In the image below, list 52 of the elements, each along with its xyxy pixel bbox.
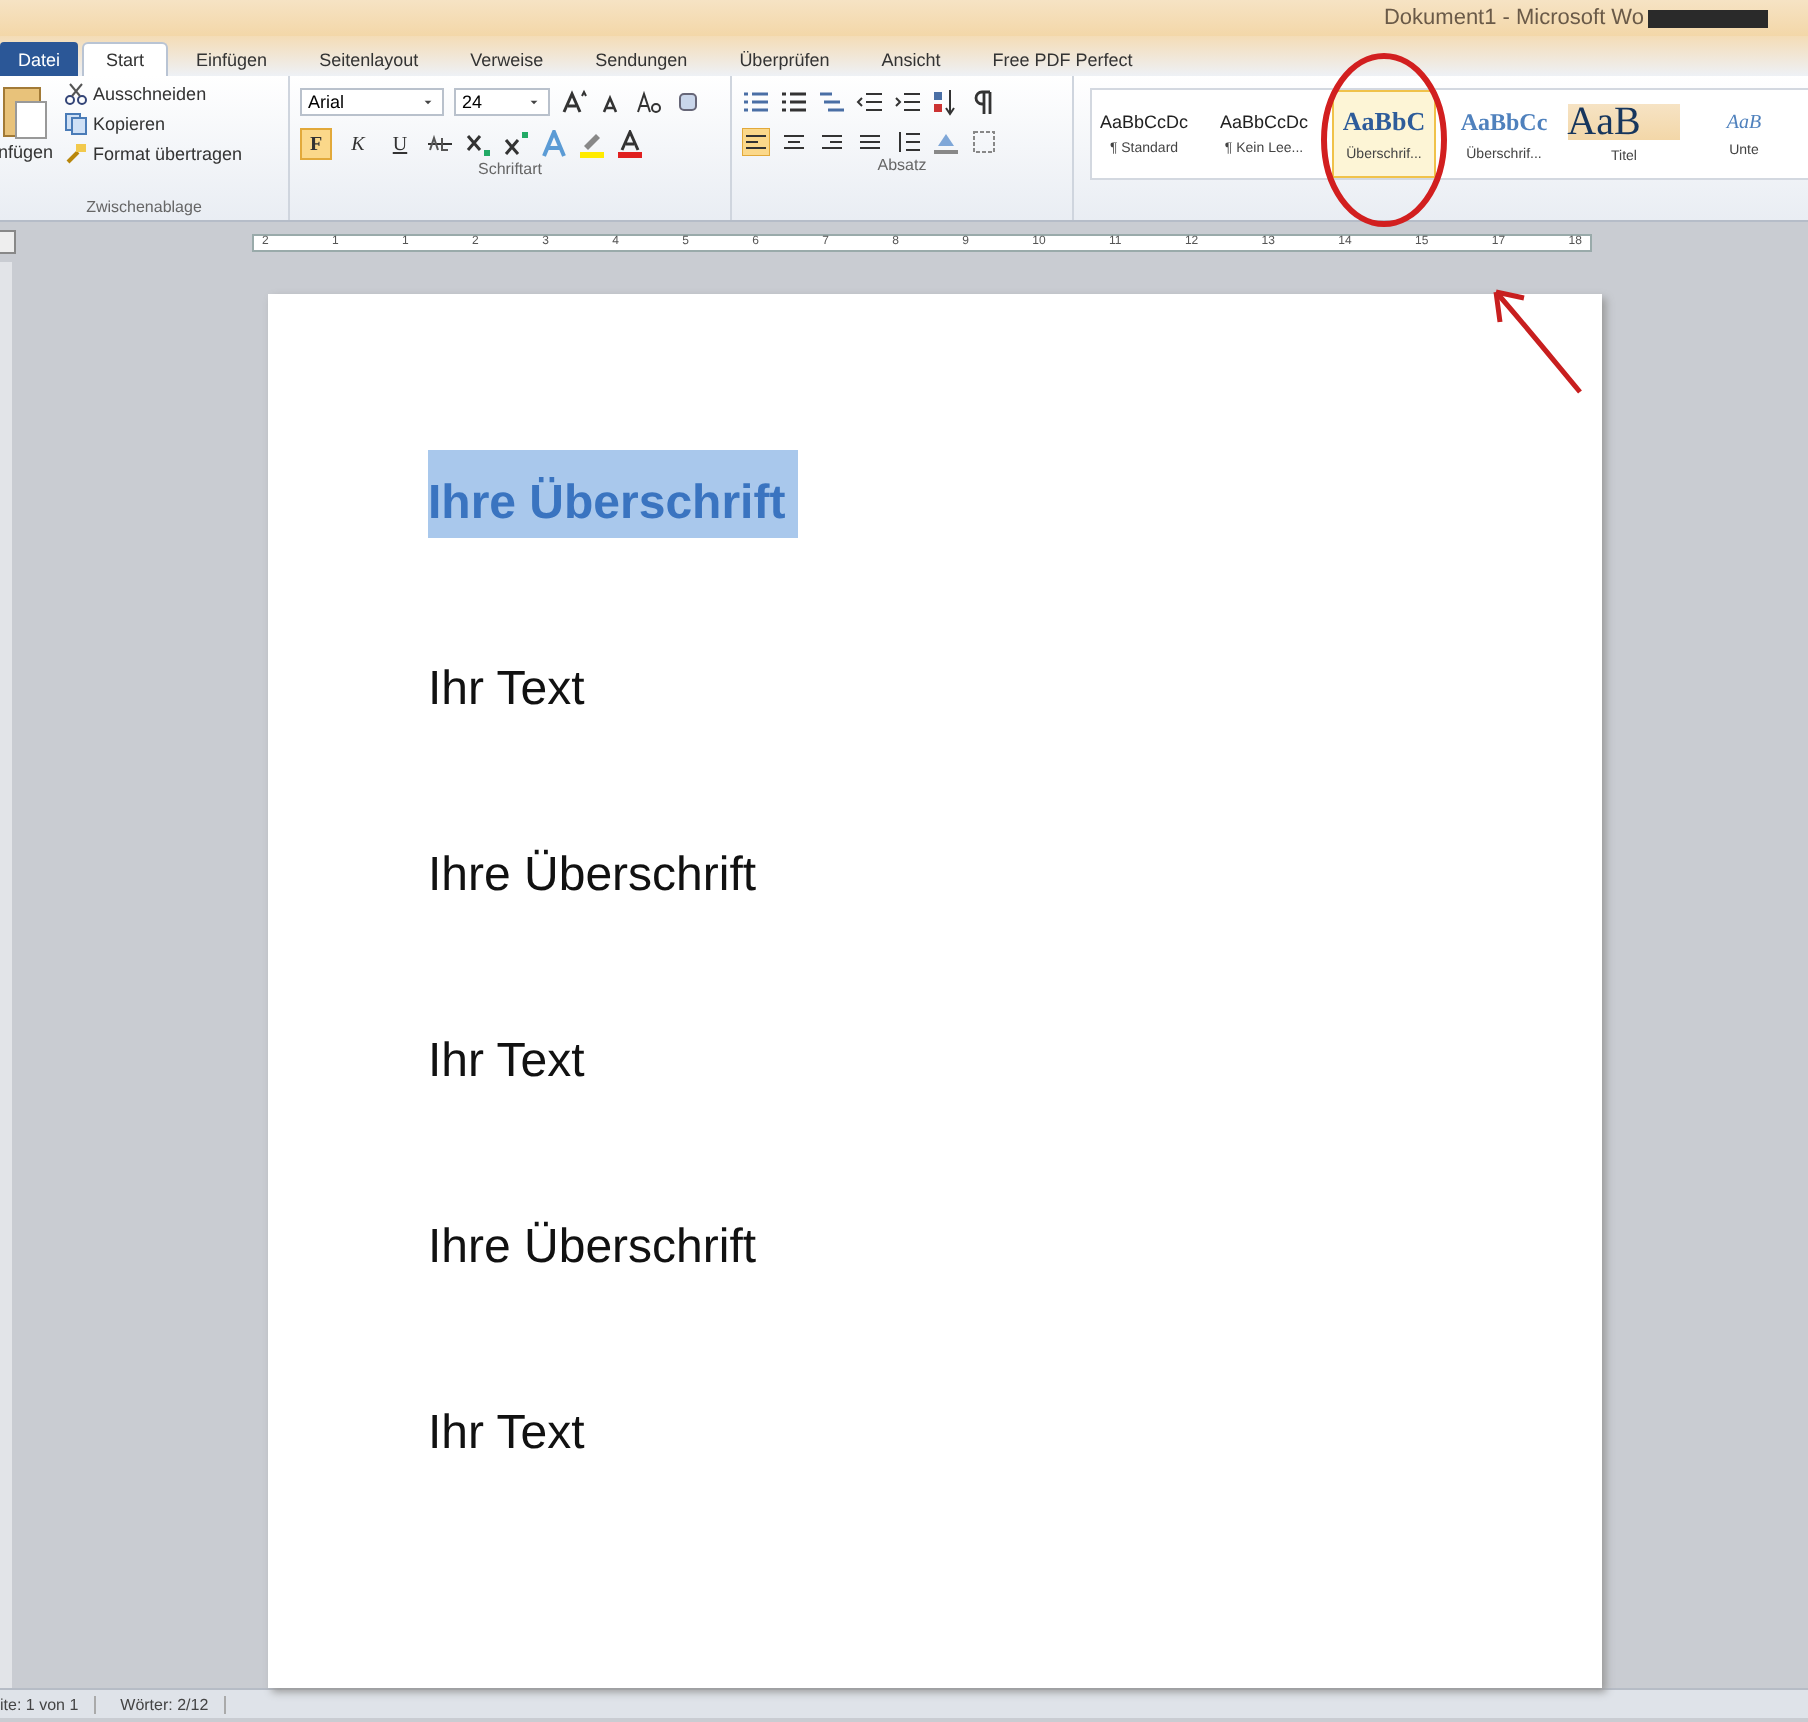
text-effect-icon[interactable]: [540, 130, 568, 158]
clipboard-icon[interactable]: [0, 82, 52, 142]
paintbrush-icon[interactable]: [63, 142, 88, 166]
window-title: Dokument1 - Microsoft Wo: [1383, 6, 1644, 30]
ribbon-tab[interactable]: Überprüfen: [715, 42, 854, 76]
ribbon-tab[interactable]: Ansicht: [857, 42, 965, 76]
format-button[interactable]: F: [300, 128, 332, 160]
align-left-icon[interactable]: [742, 128, 770, 156]
ribbon-tab[interactable]: Start: [82, 42, 169, 76]
ribbon-tab[interactable]: Seitenlayout: [295, 42, 443, 76]
ribbon-tab[interactable]: Einfügen: [172, 42, 292, 76]
change-case-icon[interactable]: [636, 88, 664, 116]
ribbon-tab[interactable]: Datei: [0, 42, 79, 76]
body-text: Ihre Überschrift: [428, 1218, 757, 1278]
font-color-icon[interactable]: [616, 130, 644, 158]
grow-font-icon[interactable]: [560, 88, 588, 116]
numbered-list-icon[interactable]: [780, 88, 808, 116]
font-name-field[interactable]: Arial: [300, 88, 444, 116]
line-spacing-icon[interactable]: [894, 128, 922, 156]
copy-icon[interactable]: [63, 112, 88, 136]
superscript-icon[interactable]: [502, 130, 530, 158]
scissors-icon[interactable]: [63, 82, 88, 106]
format-button[interactable]: U: [384, 128, 416, 160]
borders-icon[interactable]: [970, 128, 998, 156]
highlighter-icon[interactable]: [578, 130, 606, 158]
decrease-indent-icon[interactable]: [856, 88, 884, 116]
ribbon-tab[interactable]: Free PDF Perfect: [968, 42, 1157, 76]
body-text: Ihre Überschrift: [428, 846, 757, 906]
group-label: Schriftart: [475, 160, 544, 182]
increase-indent-icon[interactable]: [894, 88, 922, 116]
arrow-annotation: [1493, 289, 1582, 394]
ribbon-tab[interactable]: Sendungen: [571, 42, 712, 76]
body-text: Ihr Text: [428, 1032, 585, 1092]
font-size-field[interactable]: 24: [454, 88, 550, 116]
heading-text: Ihre Überschrift: [428, 450, 798, 538]
redacted-bar: [1648, 9, 1768, 27]
group-label: Absatz: [875, 156, 929, 178]
sort-icon[interactable]: [932, 88, 960, 116]
status-text: ite: 1 von 1: [0, 1695, 97, 1713]
format-button[interactable]: K: [342, 128, 374, 160]
subscript-icon[interactable]: [464, 130, 492, 158]
clipboard-button[interactable]: Kopieren: [63, 112, 243, 136]
body-text: Ihr Text: [428, 1404, 585, 1464]
clipboard-button[interactable]: Format übertragen: [63, 142, 243, 166]
body-text: Ihr Text: [428, 660, 585, 720]
group-label: Zwischenablage: [84, 198, 204, 220]
clipboard-button[interactable]: Ausschneiden: [63, 82, 243, 106]
clear-format-icon[interactable]: [674, 88, 702, 116]
bullet-list-icon[interactable]: [742, 88, 770, 116]
status-text: Wörter: 2/12: [120, 1695, 227, 1713]
multilevel-list-icon[interactable]: [818, 88, 846, 116]
ribbon-tab[interactable]: Verweise: [446, 42, 568, 76]
